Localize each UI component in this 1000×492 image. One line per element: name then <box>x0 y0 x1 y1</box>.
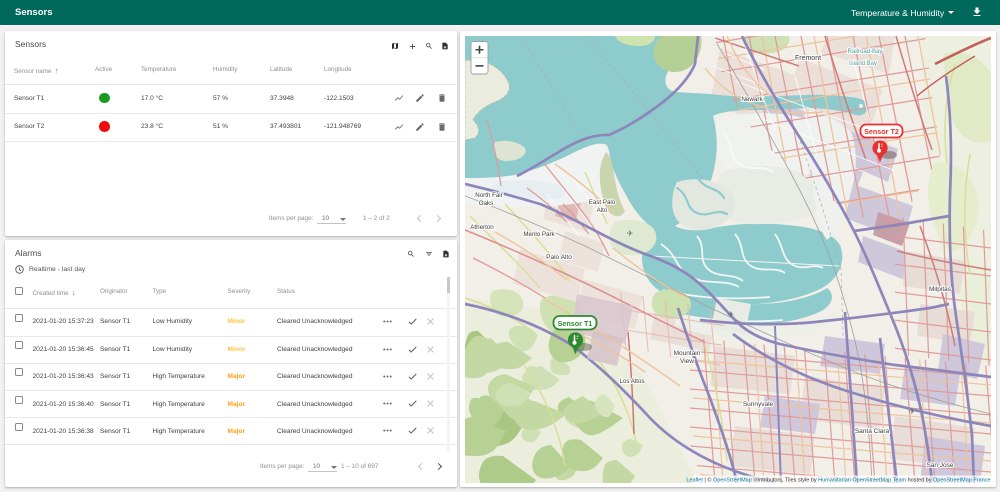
svg-text:Leaflet | © OpenStreetMap cont: Leaflet | © OpenStreetMap contributors, … <box>686 476 990 483</box>
svg-text:Atherton: Atherton <box>470 224 494 231</box>
svg-text:Alto: Alto <box>596 207 607 214</box>
svg-text:Sunnyvale: Sunnyvale <box>742 401 773 408</box>
svg-text:View: View <box>680 358 694 365</box>
svg-text:Menlo Park: Menlo Park <box>523 231 555 238</box>
svg-text:East Palo: East Palo <box>588 199 615 206</box>
svg-text:Island Bay: Island Bay <box>848 61 876 67</box>
svg-text:Milpitas: Milpitas <box>928 286 951 293</box>
svg-text:Railroad-Bay: Railroad-Bay <box>847 49 882 55</box>
svg-text:Oaks: Oaks <box>478 200 492 207</box>
svg-text:✈: ✈ <box>908 407 915 416</box>
svg-text:North Fair: North Fair <box>475 192 503 199</box>
svg-text:Fremont: Fremont <box>794 55 820 62</box>
svg-text:San Jose: San Jose <box>926 462 953 469</box>
svg-text:✈: ✈ <box>727 310 734 319</box>
svg-text:Santa Clara: Santa Clara <box>854 428 889 435</box>
svg-text:Newark: Newark <box>741 96 763 103</box>
svg-text:Mountain: Mountain <box>673 350 700 357</box>
svg-text:Palo Alto: Palo Alto <box>546 254 572 261</box>
svg-text:Sensor T2: Sensor T2 <box>864 127 899 136</box>
svg-text:✈: ✈ <box>626 229 633 238</box>
svg-text:Los Altos: Los Altos <box>619 378 644 385</box>
svg-text:Sensor T1: Sensor T1 <box>557 318 592 327</box>
